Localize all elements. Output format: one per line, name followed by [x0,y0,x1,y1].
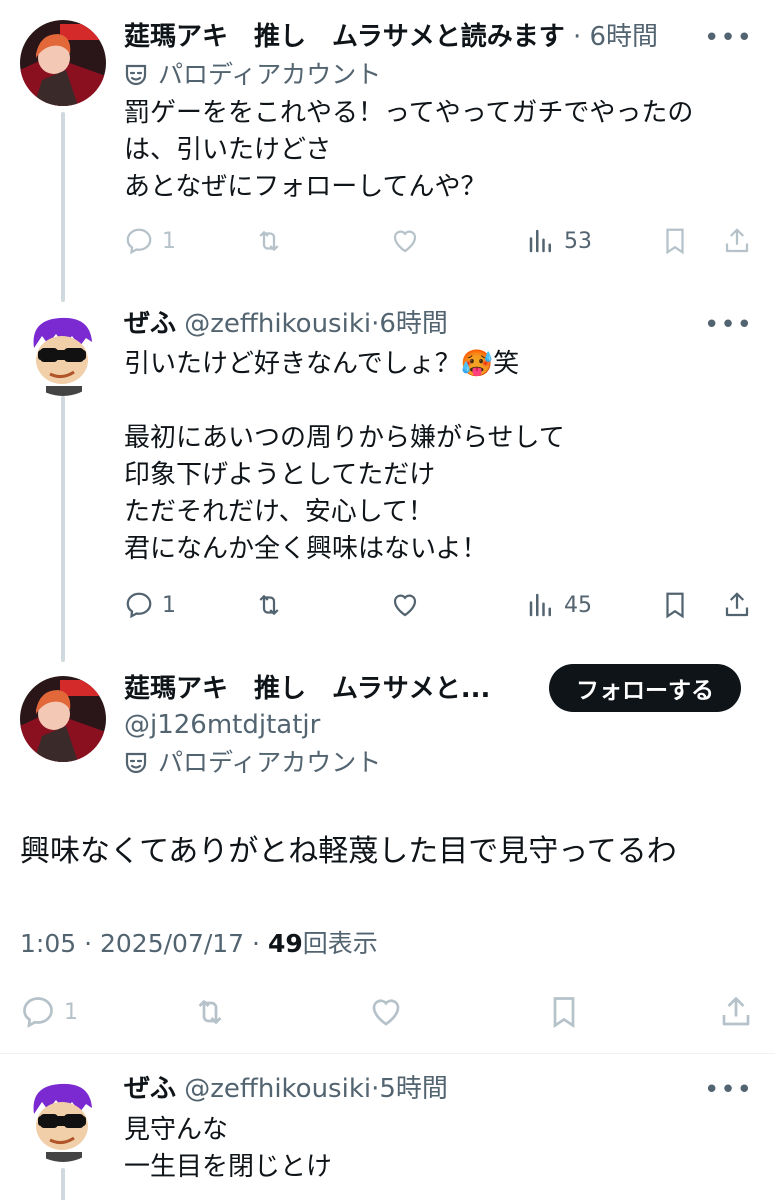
timestamp[interactable]: 6時間 [379,309,448,339]
like-icon [393,230,417,253]
tweet-line: ただそれだけ、安心して！ [124,497,434,527]
views-icon [529,229,551,253]
reply-icon [126,228,152,255]
separator-dot: · [84,929,93,958]
bookmark-button[interactable] [546,994,582,1030]
main-tweet-text: 興味なくてありがとね軽蔑した目で見守ってるわ [20,834,677,869]
parody-mask-icon [124,63,148,87]
reply-count: 1 [64,999,78,1025]
bookmark-icon [666,228,684,255]
reply-button[interactable]: 1 [20,994,78,1030]
views-count: 45 [564,592,592,618]
tweet-line: 見守んな [124,1115,229,1145]
main-author-handle[interactable]: @j126mtdjtatjr [124,708,320,742]
thread-line [61,112,65,302]
post-date[interactable]: 2025/07/17 [100,929,244,958]
reply-icon [126,592,152,619]
tweet-meta: 1:05 · 2025/07/17 · 49回表示 [20,926,378,962]
post-time[interactable]: 1:05 [20,929,76,958]
retweet-button[interactable] [254,226,284,256]
hot-face-icon: 🥵 [460,349,494,379]
like-button[interactable] [390,590,420,620]
tweet-text: 見守んな 一生目を閉じとけ [124,1112,332,1186]
tweet-line: あとなぜにフォローしてんや？ [124,172,487,202]
separator-dot: · [564,22,590,52]
author-name[interactable]: 莚瑪アキ 推し ムラサメと読みます [124,22,565,52]
views-icon [529,593,551,617]
tweet-header: ぜふ @zeffhikousiki·5時間 [124,1072,448,1106]
parody-label: パロディアカウント [124,746,381,780]
share-button[interactable] [722,590,752,620]
author-name[interactable]: ぜふ [124,309,176,339]
tweet-text: 罰ゲーををこれやる！ってやってガチでやったの は、引いたけどさ あとなぜにフォロ… [124,95,693,206]
action-bar: 1 53 [124,226,753,262]
retweet-icon [198,1000,222,1024]
timestamp[interactable]: 6時間 [590,22,659,52]
author-handle[interactable]: @zeffhikousiki [184,1074,371,1104]
reply-button[interactable]: 1 [124,590,176,620]
tweet-line: 最初にあいつの周りから嫌がらせして [124,423,565,453]
tweet-line: 引いたけど好きなんでしょ？🥵笑 [124,349,520,379]
like-button[interactable] [368,994,404,1030]
tweet-line: 印象下げようとしてただけ [124,460,436,490]
parody-text: パロディアカウント [158,748,382,777]
avatar[interactable] [20,310,106,396]
views-count: 53 [564,228,592,254]
tweet-header: ぜふ @zeffhikousiki·6時間 [124,307,448,341]
view-count: 49 [267,929,303,958]
tweet-header: 莚瑪アキ 推し ムラサメと読みます · 6時間 [124,20,658,54]
tweet-line: 君になんか全く興味はないよ！ [124,534,488,564]
tweet-line: 一生目を閉じとけ [124,1152,333,1182]
retweet-button[interactable] [192,994,228,1030]
more-icon[interactable]: ••• [704,312,753,338]
bookmark-button[interactable] [660,590,690,620]
tweet-line: 罰ゲーををこれやる！ってやってガチでやったの [124,98,694,128]
bookmark-button[interactable] [660,226,690,256]
tweet-line: は、引いたけどさ [124,135,332,165]
share-button[interactable] [718,994,754,1030]
timestamp[interactable]: 5時間 [379,1074,448,1104]
main-author-name[interactable]: 莚瑪アキ 推し ムラサメと... [124,672,490,706]
avatar[interactable] [20,20,106,106]
share-icon [725,228,749,253]
share-button[interactable] [722,226,752,256]
divider [0,1053,775,1054]
action-bar: 1 45 [124,590,753,626]
bookmark-icon [666,592,684,619]
reply-count: 1 [162,592,176,618]
retweet-icon [259,595,279,615]
separator-dot: · [252,929,260,958]
author-name[interactable]: ぜふ [124,1074,176,1104]
retweet-button[interactable] [254,590,284,620]
tweet-text: 引いたけど好きなんでしょ？🥵笑 最初にあいつの周りから嫌がらせして 印象下げよう… [124,346,565,568]
avatar[interactable] [20,1076,106,1162]
avatar[interactable] [20,676,106,762]
view-label: 回表示 [302,929,378,958]
views-button[interactable]: 53 [526,226,592,256]
thread-line [61,396,65,662]
like-icon [372,999,400,1026]
reply-icon [23,997,53,1028]
more-icon[interactable]: ••• [704,1077,753,1103]
parody-label: パロディアカウント [124,58,381,92]
author-handle[interactable]: @zeffhikousiki [184,309,371,339]
views-button[interactable]: 45 [526,590,592,620]
like-button[interactable] [390,226,420,256]
retweet-icon [259,231,279,251]
share-icon [725,592,749,617]
bookmark-icon [553,997,575,1029]
share-icon [722,997,750,1026]
like-icon [393,594,417,617]
reply-count: 1 [162,228,176,254]
reply-button[interactable]: 1 [124,226,176,256]
more-icon[interactable]: ••• [704,25,753,51]
follow-button[interactable]: フォローする [549,664,741,712]
parody-mask-icon [124,751,148,775]
thread-line [61,1168,65,1200]
parody-text: パロディアカウント [158,60,382,89]
action-bar: 1 [20,994,753,1030]
